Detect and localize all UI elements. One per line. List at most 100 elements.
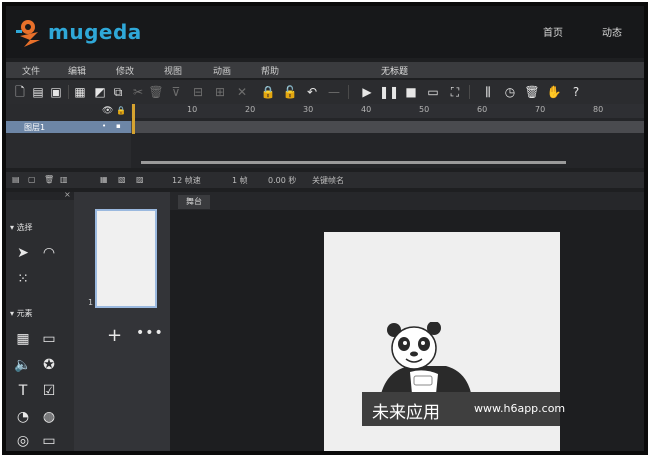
node-tool-icon[interactable]: ◠ [40,244,58,262]
menu-bar: 文件 编辑 修改 视图 动画 帮助 无标题 [6,62,644,78]
play-icon[interactable]: ▶ [359,84,375,100]
transform-tool-icon[interactable]: ⁙ [14,270,32,288]
more-options-button[interactable]: ••• [136,325,164,341]
close-icon[interactable]: ✕ [234,84,250,100]
nav-link-home[interactable]: 首页 [543,24,563,39]
timeline-ruler[interactable]: 10 20 30 40 50 60 70 80 [131,104,644,118]
timeline-panel: 👁 🔒 10 20 30 40 50 60 70 80 图层1 • ▪ [6,104,644,168]
tick-label: 70 [535,105,546,114]
grid-icon[interactable]: ▦ [72,84,88,100]
web-element-icon[interactable]: ◎ [14,432,32,450]
tick-label: 30 [303,105,314,114]
compass-element-icon[interactable]: ✪ [40,356,58,374]
symbol-icon[interactable]: ⧉ [110,84,126,100]
help-icon[interactable]: ? [568,84,584,100]
toolbar-divider [469,85,470,99]
screen-element-icon[interactable]: ▭ [40,432,58,450]
fps-readout: 12 帧速 [172,176,201,185]
watermark-url: www.h6app.com [474,402,566,415]
layer-row[interactable]: 图层1 • ▪ [6,121,131,133]
layer-lock-icon[interactable]: ▪ [116,122,121,130]
audio-element-icon[interactable]: 🔈 [14,356,32,374]
tick-label: 60 [477,105,488,114]
preview-icon[interactable]: ▭ [425,84,441,100]
tick-label: 50 [419,105,430,114]
lock-icon[interactable]: 🔒 [260,84,276,100]
menu-animation[interactable]: 动画 [213,64,231,77]
section-select[interactable]: ▾ 选择 [10,222,33,233]
lock-layer-icon[interactable]: 🔒 [116,106,126,115]
mugeda-editor: mugeda 首页 动态 文件 编辑 修改 视图 动画 帮助 无标题 🗋 ▤ ▣… [6,6,644,451]
tab-stage[interactable]: 舞台 [178,195,210,209]
logo-icon [16,20,40,47]
stage-area: 舞台 未来应用 www.h6app.com [170,192,644,451]
layer-visible-icon[interactable]: • [102,122,106,130]
clock-icon[interactable]: ◷ [502,84,518,100]
add-layer-icon[interactable]: ▤ [12,175,20,184]
text-tool-icon[interactable]: T [14,382,32,400]
layer-name: 图层1 [24,123,46,132]
cut-icon[interactable]: ✂ [130,84,146,100]
grid-element-icon[interactable]: ▦ [14,330,32,348]
trash-icon[interactable]: 🗑 [524,84,540,100]
new-file-icon[interactable]: 🗋 [12,84,28,100]
hand-icon[interactable]: ✋ [546,84,562,100]
bars-icon[interactable]: ⫼ [480,84,496,100]
menu-file[interactable]: 文件 [22,64,40,77]
frame-track[interactable] [131,121,644,133]
tick-label: 20 [245,105,256,114]
open-file-icon[interactable]: ▤ [30,84,46,100]
frame-number: 1 [88,298,94,307]
save-icon[interactable]: ▣ [48,84,64,100]
tools-panel: × ▾ 选择 ➤ ◠ ⁙ ▾ 元素 ▦ ▭ 🔈 ✪ T ☑ ◔ ◍ ◎ ▭ [6,190,74,451]
onion-range-icon[interactable]: ▨ [136,175,144,184]
eye-icon[interactable]: 👁 [102,106,113,116]
stage-canvas[interactable]: 未来应用 www.h6app.com [324,232,565,451]
align-icon[interactable]: ⊟ [190,84,206,100]
image-icon[interactable]: ◩ [92,84,108,100]
fullscreen-icon[interactable]: ⛶ [447,84,463,100]
section-element[interactable]: ▾ 元素 [10,308,33,319]
menu-view[interactable]: 视图 [164,64,182,77]
tick-label: 40 [361,105,372,114]
toolbar-divider [348,85,349,99]
delete-icon[interactable]: 🗑 [148,84,164,100]
panda-mascot-image [380,322,472,398]
time-readout: 0.00 秒 [268,176,297,185]
checkbox-element-icon[interactable]: ☑ [40,382,58,400]
undo-icon[interactable]: ↶ [304,84,320,100]
menu-modify[interactable]: 修改 [116,64,134,77]
image-element-icon[interactable]: ▭ [40,330,58,348]
stop-icon[interactable]: ■ [403,84,419,100]
redo-icon[interactable]: — [326,84,342,100]
frame-tool-icon[interactable]: ▦ [100,175,108,184]
pause-icon[interactable]: ❚❚ [379,84,399,100]
logo-text: mugeda [48,20,142,44]
globe-element-icon[interactable]: ◍ [40,408,58,426]
onion-icon[interactable]: ▧ [118,175,126,184]
playhead[interactable] [132,104,135,134]
frame-thumbnail[interactable] [95,209,157,308]
main-toolbar: 🗋 ▤ ▣ ▦ ◩ ⧉ ✂ 🗑 ⊽ ⊟ ⊞ ✕ 🔒 🔓 ↶ — ▶ ❚❚ ■ ▭… [6,80,644,104]
tick-label: 10 [187,105,198,114]
menu-edit[interactable]: 编辑 [68,64,86,77]
timeline-scrollbar[interactable] [141,161,566,164]
filter-icon[interactable]: ⊽ [168,84,184,100]
nav-link-news[interactable]: 动态 [602,24,622,39]
delete-layer-icon[interactable]: 🗑 [44,175,54,184]
folder-icon[interactable]: ▢ [28,175,36,184]
panel-header: × [6,190,74,200]
close-panel-icon[interactable]: × [64,190,71,199]
distribute-icon[interactable]: ⊞ [212,84,228,100]
keyframe-name: 关键帧名 [312,176,344,185]
pointer-tool-icon[interactable]: ➤ [14,244,32,262]
unlock-icon[interactable]: 🔓 [282,84,298,100]
layer-column: 👁 🔒 [6,104,131,168]
watermark-brand: 未来应用 [372,403,440,423]
layer-options-icon[interactable]: ▥ [60,175,68,184]
toolbar-divider [68,85,69,99]
menu-help[interactable]: 帮助 [261,64,279,77]
document-title: 无标题 [381,67,409,77]
add-frame-button[interactable]: + [107,325,122,346]
timer-element-icon[interactable]: ◔ [14,408,32,426]
